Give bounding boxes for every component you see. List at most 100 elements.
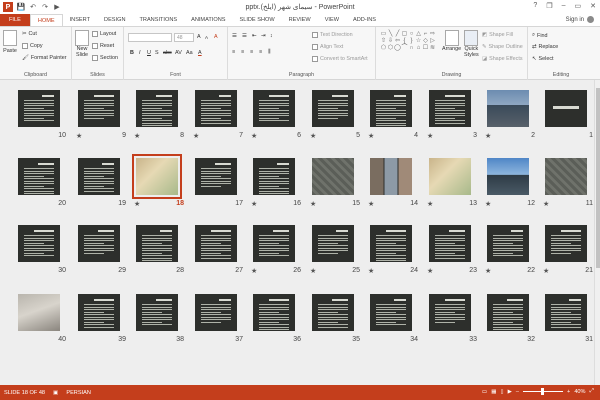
- slide-thumbnail-31[interactable]: [545, 294, 587, 331]
- slide-thumbnail-36[interactable]: [253, 294, 295, 331]
- animation-star-icon[interactable]: ★: [251, 267, 257, 275]
- slide-thumbnail-15[interactable]: [312, 158, 354, 195]
- character-spacing-button[interactable]: AV: [175, 50, 182, 56]
- align-right-button[interactable]: ≡: [250, 49, 253, 55]
- animation-star-icon[interactable]: ★: [76, 132, 82, 140]
- align-text-button[interactable]: Align Text: [312, 44, 343, 50]
- fit-to-window-icon[interactable]: ⤢: [590, 388, 594, 395]
- slide-thumbnail-37[interactable]: [195, 294, 237, 331]
- columns-button[interactable]: ⫼: [268, 49, 270, 56]
- animation-star-icon[interactable]: ★: [251, 200, 257, 208]
- clear-formatting-button[interactable]: A: [214, 34, 218, 40]
- tab-view[interactable]: VIEW: [318, 14, 346, 26]
- zoom-out-button[interactable]: –: [516, 389, 519, 395]
- sign-in[interactable]: Sign in: [566, 16, 594, 23]
- animation-star-icon[interactable]: ★: [368, 132, 374, 140]
- sign-in-label[interactable]: Sign in: [566, 17, 584, 23]
- tab-review[interactable]: REVIEW: [282, 14, 318, 26]
- numbering-button[interactable]: ☰: [242, 33, 247, 39]
- slide-thumbnail-17[interactable]: [195, 158, 237, 195]
- slide-thumbnail-30[interactable]: [18, 225, 60, 262]
- slide-thumbnail-32[interactable]: [487, 294, 529, 331]
- new-slide-button[interactable]: New Slide: [75, 30, 89, 58]
- tab-slide-show[interactable]: SLIDE SHOW: [233, 14, 282, 26]
- animation-star-icon[interactable]: ★: [427, 200, 433, 208]
- tab-insert[interactable]: INSERT: [63, 14, 97, 26]
- increase-indent-button[interactable]: ⇥: [261, 33, 266, 39]
- zoom-in-button[interactable]: +: [567, 389, 570, 395]
- normal-view-icon[interactable]: ▭: [482, 389, 487, 395]
- animation-star-icon[interactable]: ★: [251, 132, 257, 140]
- convert-smartart-button[interactable]: Convert to SmartArt: [312, 56, 368, 62]
- language-indicator[interactable]: PERSIAN: [66, 390, 91, 396]
- animation-star-icon[interactable]: ★: [310, 200, 316, 208]
- tab-file[interactable]: FILE: [0, 14, 30, 26]
- tab-design[interactable]: DESIGN: [97, 14, 132, 26]
- slide-thumbnail-29[interactable]: [78, 225, 120, 262]
- zoom-level[interactable]: 40%: [574, 389, 585, 395]
- slide-thumbnail-35[interactable]: [312, 294, 354, 331]
- slide-thumbnail-11[interactable]: [545, 158, 587, 195]
- change-case-button[interactable]: Aa: [186, 50, 193, 56]
- help-button[interactable]: ?: [533, 2, 537, 10]
- animation-star-icon[interactable]: ★: [543, 267, 549, 275]
- select-button[interactable]: ↖ Select: [532, 56, 554, 62]
- slide-thumbnail-27[interactable]: [195, 225, 237, 262]
- strikethrough-button[interactable]: abc: [163, 50, 172, 56]
- line-spacing-button[interactable]: ↕: [270, 33, 273, 39]
- shapes-gallery[interactable]: ▭ ╲ ╱ ▢ ○ △ ⌐ ⇨ ⇧ ⇩ ⇦{} ☆ ◇ ▷ ⬠ ⬡ ◯ ⌒ ∩ ⌂ ☐ ≋: [380, 31, 436, 59]
- maximize-button[interactable]: ▭: [575, 2, 582, 10]
- arrange-button[interactable]: Arrange: [442, 30, 461, 52]
- underline-button[interactable]: U: [147, 50, 151, 56]
- animation-star-icon[interactable]: ★: [134, 132, 140, 140]
- slide-thumbnail-33[interactable]: [429, 294, 471, 331]
- avatar[interactable]: [587, 16, 594, 23]
- slide-thumbnail-6[interactable]: [253, 90, 295, 127]
- font-name-box[interactable]: [128, 33, 172, 42]
- slide-thumbnail-22[interactable]: [487, 225, 529, 262]
- slide-thumbnail-14[interactable]: [370, 158, 412, 195]
- replace-button[interactable]: ⇄ Replace: [532, 44, 558, 50]
- layout-button[interactable]: Layout: [92, 31, 116, 37]
- slide-thumbnail-39[interactable]: [78, 294, 120, 331]
- ribbon-display-options-button[interactable]: ❐: [546, 2, 552, 10]
- slide-thumbnail-19[interactable]: [78, 158, 120, 195]
- slide-thumbnail-1[interactable]: [545, 90, 587, 127]
- find-button[interactable]: ⌕ Find: [532, 32, 548, 39]
- animation-star-icon[interactable]: ★: [485, 132, 491, 140]
- italic-button[interactable]: I: [139, 50, 141, 56]
- animation-star-icon[interactable]: ★: [310, 132, 316, 140]
- minimize-button[interactable]: –: [562, 2, 566, 10]
- slide-thumbnail-5[interactable]: [312, 90, 354, 127]
- tab-home[interactable]: HOME: [29, 14, 63, 26]
- shadow-button[interactable]: S: [155, 50, 159, 56]
- scrollbar-thumb[interactable]: [596, 88, 600, 268]
- slide-thumbnail-38[interactable]: [136, 294, 178, 331]
- shape-outline-button[interactable]: ✎ Shape Outline: [482, 44, 523, 50]
- slide-thumbnail-10[interactable]: [18, 90, 60, 127]
- shape-effects-button[interactable]: ◪ Shape Effects: [482, 56, 523, 62]
- slide-thumbnail-3[interactable]: [429, 90, 471, 127]
- animation-star-icon[interactable]: ★: [485, 200, 491, 208]
- reset-button[interactable]: Reset: [92, 43, 114, 49]
- font-color-button[interactable]: A: [198, 50, 202, 56]
- tab-add-ins[interactable]: ADD-INS: [346, 14, 383, 26]
- animation-star-icon[interactable]: ★: [427, 267, 433, 275]
- paste-button[interactable]: Paste: [3, 30, 17, 54]
- shape-fill-button[interactable]: ◩ Shape Fill: [482, 32, 513, 38]
- decrease-indent-button[interactable]: ⇤: [252, 33, 257, 39]
- align-center-button[interactable]: ≡: [241, 49, 244, 55]
- tab-animations[interactable]: ANIMATIONS: [184, 14, 232, 26]
- shrink-font-button[interactable]: A: [205, 35, 208, 40]
- slide-thumbnail-4[interactable]: [370, 90, 412, 127]
- bullets-button[interactable]: ☰: [232, 33, 237, 39]
- justify-button[interactable]: ≡: [259, 49, 262, 55]
- animation-star-icon[interactable]: ★: [310, 267, 316, 275]
- slideshow-view-icon[interactable]: ▶: [508, 389, 512, 395]
- slide-thumbnail-9[interactable]: [78, 90, 120, 127]
- animation-star-icon[interactable]: ★: [193, 132, 199, 140]
- bold-button[interactable]: B: [130, 50, 134, 56]
- grow-font-button[interactable]: A: [197, 34, 201, 40]
- reading-view-icon[interactable]: ▯: [501, 389, 504, 395]
- animation-star-icon[interactable]: ★: [368, 200, 374, 208]
